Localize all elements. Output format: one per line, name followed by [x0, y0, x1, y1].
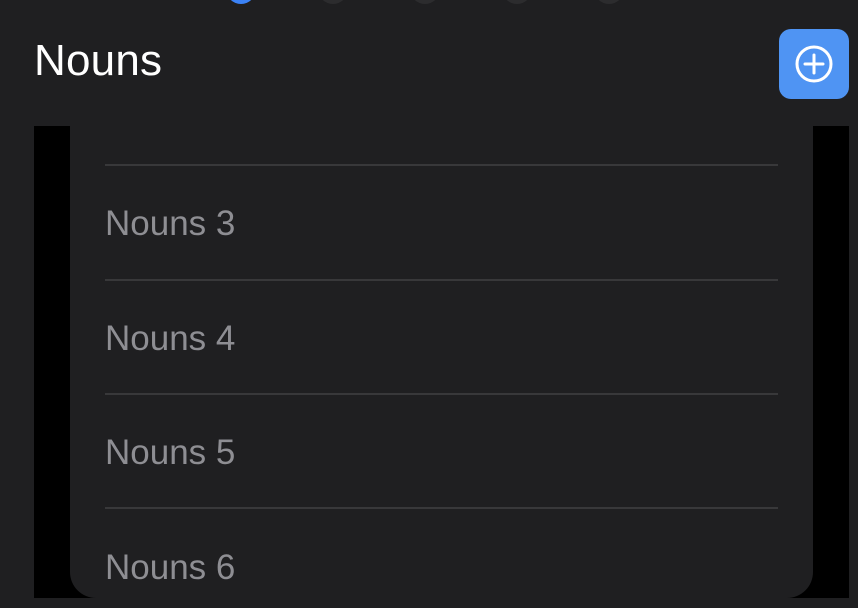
list-item[interactable]: Nouns 4: [105, 283, 778, 395]
divider: [105, 279, 778, 281]
divider: [105, 393, 778, 395]
list-item-label: Nouns 3: [105, 204, 236, 243]
divider: [105, 507, 778, 509]
add-button[interactable]: [779, 29, 849, 99]
page-dot[interactable]: [594, 0, 624, 4]
list-item-label: Nouns 6: [105, 548, 236, 587]
plus-circle-icon: [795, 45, 833, 83]
screen: Nouns Nouns 3 Nouns 4 Nouns 5 Nouns 6: [0, 0, 858, 608]
page-dot[interactable]: [410, 0, 440, 4]
page-title: Nouns: [34, 36, 163, 85]
list-item[interactable]: Nouns 5: [105, 397, 778, 509]
list-item[interactable]: Nouns 3: [105, 168, 778, 280]
page-dot[interactable]: [502, 0, 532, 4]
page-indicator: [226, 0, 646, 4]
page-dot[interactable]: [318, 0, 348, 4]
list-item[interactable]: Nouns 6: [105, 512, 778, 598]
nouns-list-sheet[interactable]: Nouns 3 Nouns 4 Nouns 5 Nouns 6: [70, 126, 813, 598]
page-dot-active[interactable]: [226, 0, 256, 4]
divider: [105, 164, 778, 166]
list-item-label: Nouns 4: [105, 319, 236, 358]
list-item-label: Nouns 5: [105, 433, 236, 472]
